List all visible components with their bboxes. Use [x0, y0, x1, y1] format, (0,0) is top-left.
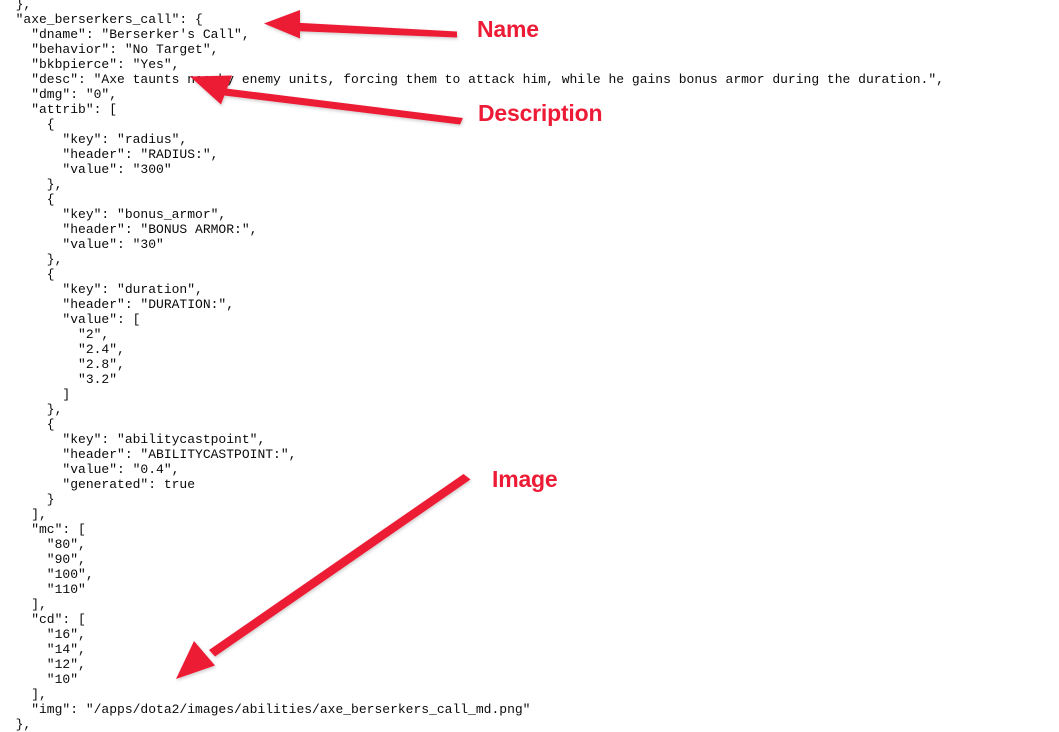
code-line: "value": "0.4",	[0, 462, 180, 477]
code-line: },	[0, 717, 32, 732]
code-line: "key": "duration",	[0, 282, 203, 297]
code-line: "value": "300"	[0, 162, 172, 177]
code-line: },	[0, 177, 63, 192]
code-line: "110"	[0, 582, 86, 597]
code-line: "key": "bonus_armor",	[0, 207, 227, 222]
code-line: "header": "ABILITYCASTPOINT:",	[0, 447, 297, 462]
code-line: "bkbpierce": "Yes",	[0, 57, 180, 72]
code-line: }	[0, 492, 55, 507]
code-line: "attrib": [	[0, 102, 118, 117]
code-line: "2.8",	[0, 357, 125, 372]
code-line: ],	[0, 597, 47, 612]
code-line: {	[0, 117, 55, 132]
code-line: "100",	[0, 567, 94, 582]
code-line: "generated": true	[0, 477, 196, 492]
code-line: "img": "/apps/dota2/images/abilities/axe…	[0, 702, 531, 717]
code-line: "header": "BONUS ARMOR:",	[0, 222, 258, 237]
code-line: "dmg": "0",	[0, 87, 118, 102]
code-line: "3.2"	[0, 372, 118, 387]
code-line: ],	[0, 507, 47, 522]
code-line: {	[0, 417, 55, 432]
code-line: "10"	[0, 672, 79, 687]
code-line: ]	[0, 387, 71, 402]
code-line: {	[0, 192, 55, 207]
code-line: "axe_berserkers_call": {	[0, 12, 203, 27]
json-code-listing: }, "axe_berserkers_call": { "dname": "Be…	[0, 0, 1059, 732]
code-line: "mc": [	[0, 522, 86, 537]
code-line: "header": "RADIUS:",	[0, 147, 219, 162]
code-line: "behavior": "No Target",	[0, 42, 219, 57]
code-line: },	[0, 252, 63, 267]
code-line: "2",	[0, 327, 110, 342]
code-line: "value": [	[0, 312, 141, 327]
code-line: },	[0, 402, 63, 417]
code-line: "key": "radius",	[0, 132, 188, 147]
code-line: "14",	[0, 642, 86, 657]
code-line: "desc": "Axe taunts nearby enemy units, …	[0, 72, 944, 87]
code-line: "80",	[0, 537, 86, 552]
code-line: "12",	[0, 657, 86, 672]
code-line: "90",	[0, 552, 86, 567]
code-line: {	[0, 267, 55, 282]
code-line: "key": "abilitycastpoint",	[0, 432, 266, 447]
code-line: ],	[0, 687, 47, 702]
code-line: "header": "DURATION:",	[0, 297, 235, 312]
code-line: "value": "30"	[0, 237, 164, 252]
code-line: "2.4",	[0, 342, 125, 357]
code-line: },	[0, 0, 32, 12]
code-line: "cd": [	[0, 612, 86, 627]
code-line: "16",	[0, 627, 86, 642]
code-line: "dname": "Berserker's Call",	[0, 27, 250, 42]
